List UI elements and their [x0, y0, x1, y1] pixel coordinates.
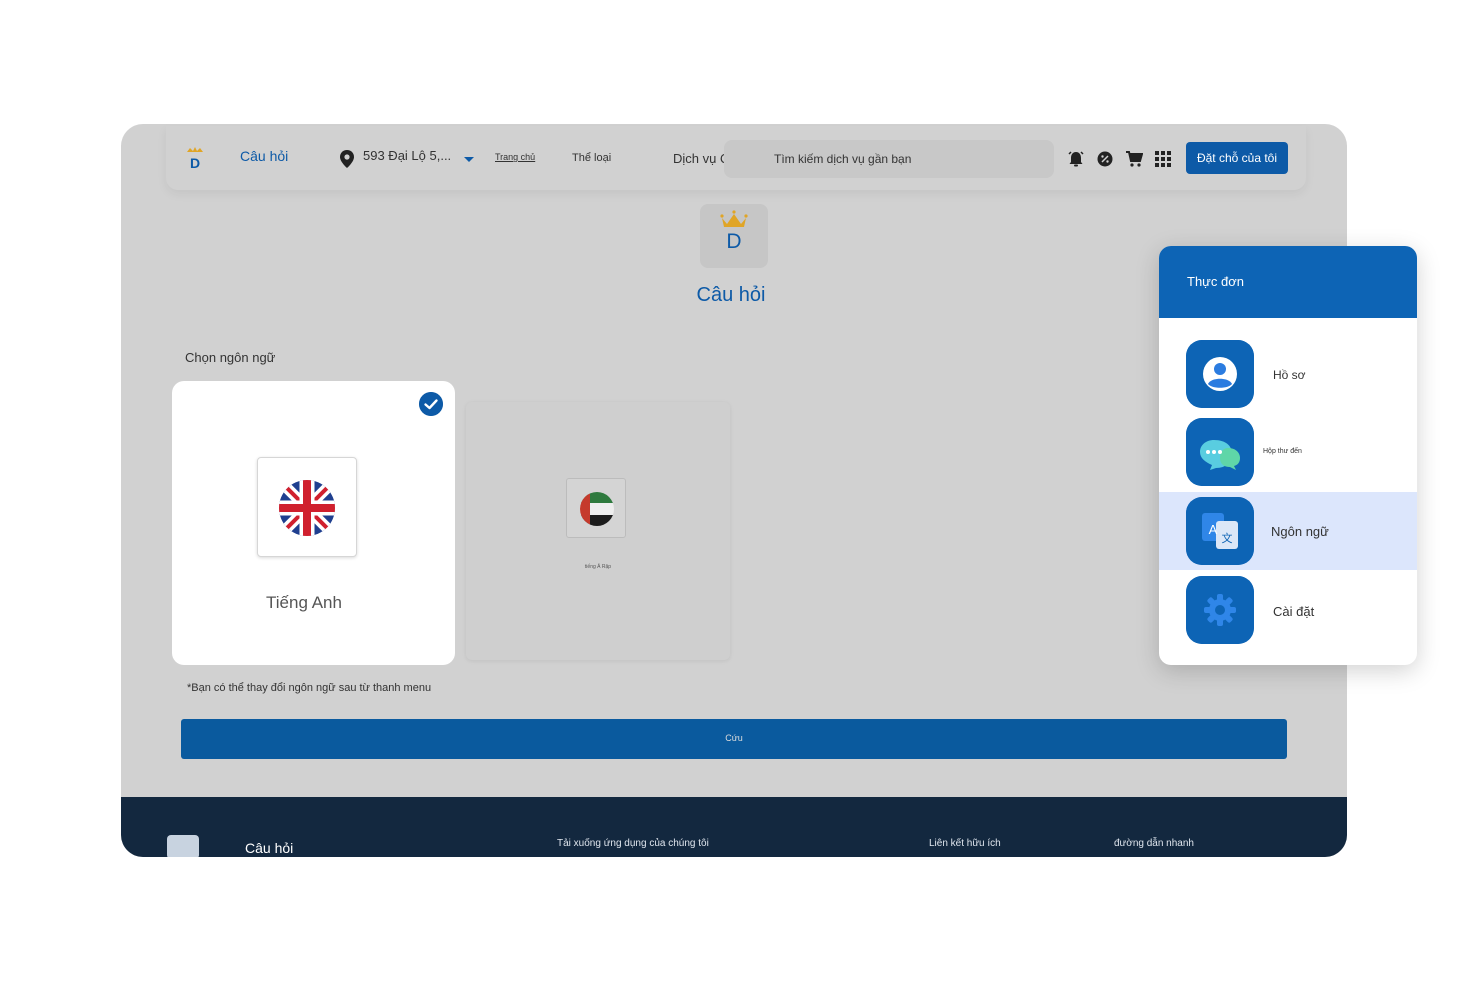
- app-logo: D: [700, 204, 768, 268]
- footer-download-heading: Tải xuống ứng dụng của chúng tôi: [557, 838, 709, 849]
- svg-text:A: A: [1209, 522, 1218, 537]
- footer-brand: Câu hỏi: [245, 840, 294, 856]
- language-note: *Bạn có thể thay đổi ngôn ngữ sau từ tha…: [187, 682, 432, 694]
- search-placeholder: Tìm kiếm dịch vụ gần bạn: [774, 152, 912, 166]
- alarm-icon[interactable]: [1067, 150, 1085, 168]
- language-option-arabic[interactable]: tiếng Ả Rập: [466, 402, 730, 660]
- save-button[interactable]: Cứu: [181, 719, 1287, 759]
- footer-logo-icon: [167, 835, 199, 857]
- language-option-english[interactable]: Tiếng Anh: [172, 381, 455, 665]
- chat-icon: [1186, 418, 1254, 486]
- grid-icon[interactable]: [1154, 150, 1172, 168]
- flag-frame: [257, 457, 357, 557]
- page-title: Câu hỏi: [696, 284, 766, 306]
- stage: D Câu hỏi 593 Đại Lộ 5,... Trang chủ Thể…: [0, 0, 1468, 992]
- svg-text:文: 文: [1222, 531, 1233, 545]
- top-header: D Câu hỏi 593 Đại Lộ 5,... Trang chủ Thể…: [166, 126, 1306, 190]
- choose-language-label: Chọn ngôn ngữ: [185, 350, 276, 365]
- header-brand[interactable]: Câu hỏi: [240, 148, 288, 164]
- search-bar[interactable]: Tìm kiếm dịch vụ gần bạn: [724, 140, 1054, 178]
- svg-text:D: D: [190, 155, 200, 171]
- my-bookings-button[interactable]: Đặt chỗ của tôi: [1186, 142, 1288, 174]
- cart-icon[interactable]: [1125, 150, 1143, 168]
- menu-item-settings[interactable]: Cài đặt: [1159, 570, 1417, 648]
- language-name: tiếng Ả Rập: [584, 564, 612, 570]
- menu-item-profile[interactable]: Hồ sơ: [1159, 336, 1417, 414]
- nav-home[interactable]: Trang chủ: [495, 152, 535, 162]
- uae-flag-icon: [580, 492, 614, 526]
- settings-icon: [1186, 576, 1254, 644]
- side-menu: Thực đơn Hồ sơ Hộp thư đến A 文 Ngôn ngữ …: [1159, 246, 1417, 665]
- footer-shortcuts-heading: đường dẫn nhanh: [1114, 838, 1194, 849]
- logo-letter: D: [726, 230, 742, 253]
- discount-icon[interactable]: [1096, 150, 1114, 168]
- menu-item-inbox[interactable]: Hộp thư đến: [1159, 414, 1417, 492]
- language-name: Tiếng Anh: [266, 593, 342, 612]
- brand-logo-icon[interactable]: D: [184, 146, 206, 172]
- translate-icon: A 文: [1186, 497, 1254, 565]
- menu-title: Thực đơn: [1187, 274, 1244, 289]
- menu-item-language[interactable]: A 文 Ngôn ngữ: [1159, 492, 1417, 570]
- nav-services[interactable]: Dịch vụ Q: [673, 151, 730, 166]
- menu-item-label: Hộp thư đến: [1263, 448, 1302, 455]
- crown-icon: [720, 210, 748, 227]
- menu-header: Thực đơn: [1159, 246, 1417, 318]
- location-pin-icon: [340, 150, 354, 168]
- footer-links-heading: Liên kết hữu ích: [929, 838, 1001, 849]
- profile-icon: [1186, 340, 1254, 408]
- uk-flag-icon: [279, 480, 335, 536]
- chevron-down-icon[interactable]: [464, 157, 474, 162]
- menu-item-label: Hồ sơ: [1273, 368, 1306, 382]
- menu-item-label: Ngôn ngữ: [1271, 524, 1329, 539]
- menu-item-label: Cài đặt: [1273, 604, 1315, 619]
- check-icon: [419, 392, 443, 416]
- address-selector[interactable]: 593 Đại Lộ 5,...: [363, 148, 451, 163]
- nav-categories[interactable]: Thể loại: [572, 152, 611, 164]
- footer: Câu hỏi Tải xuống ứng dụng của chúng tôi…: [121, 797, 1347, 857]
- flag-frame: [566, 478, 626, 538]
